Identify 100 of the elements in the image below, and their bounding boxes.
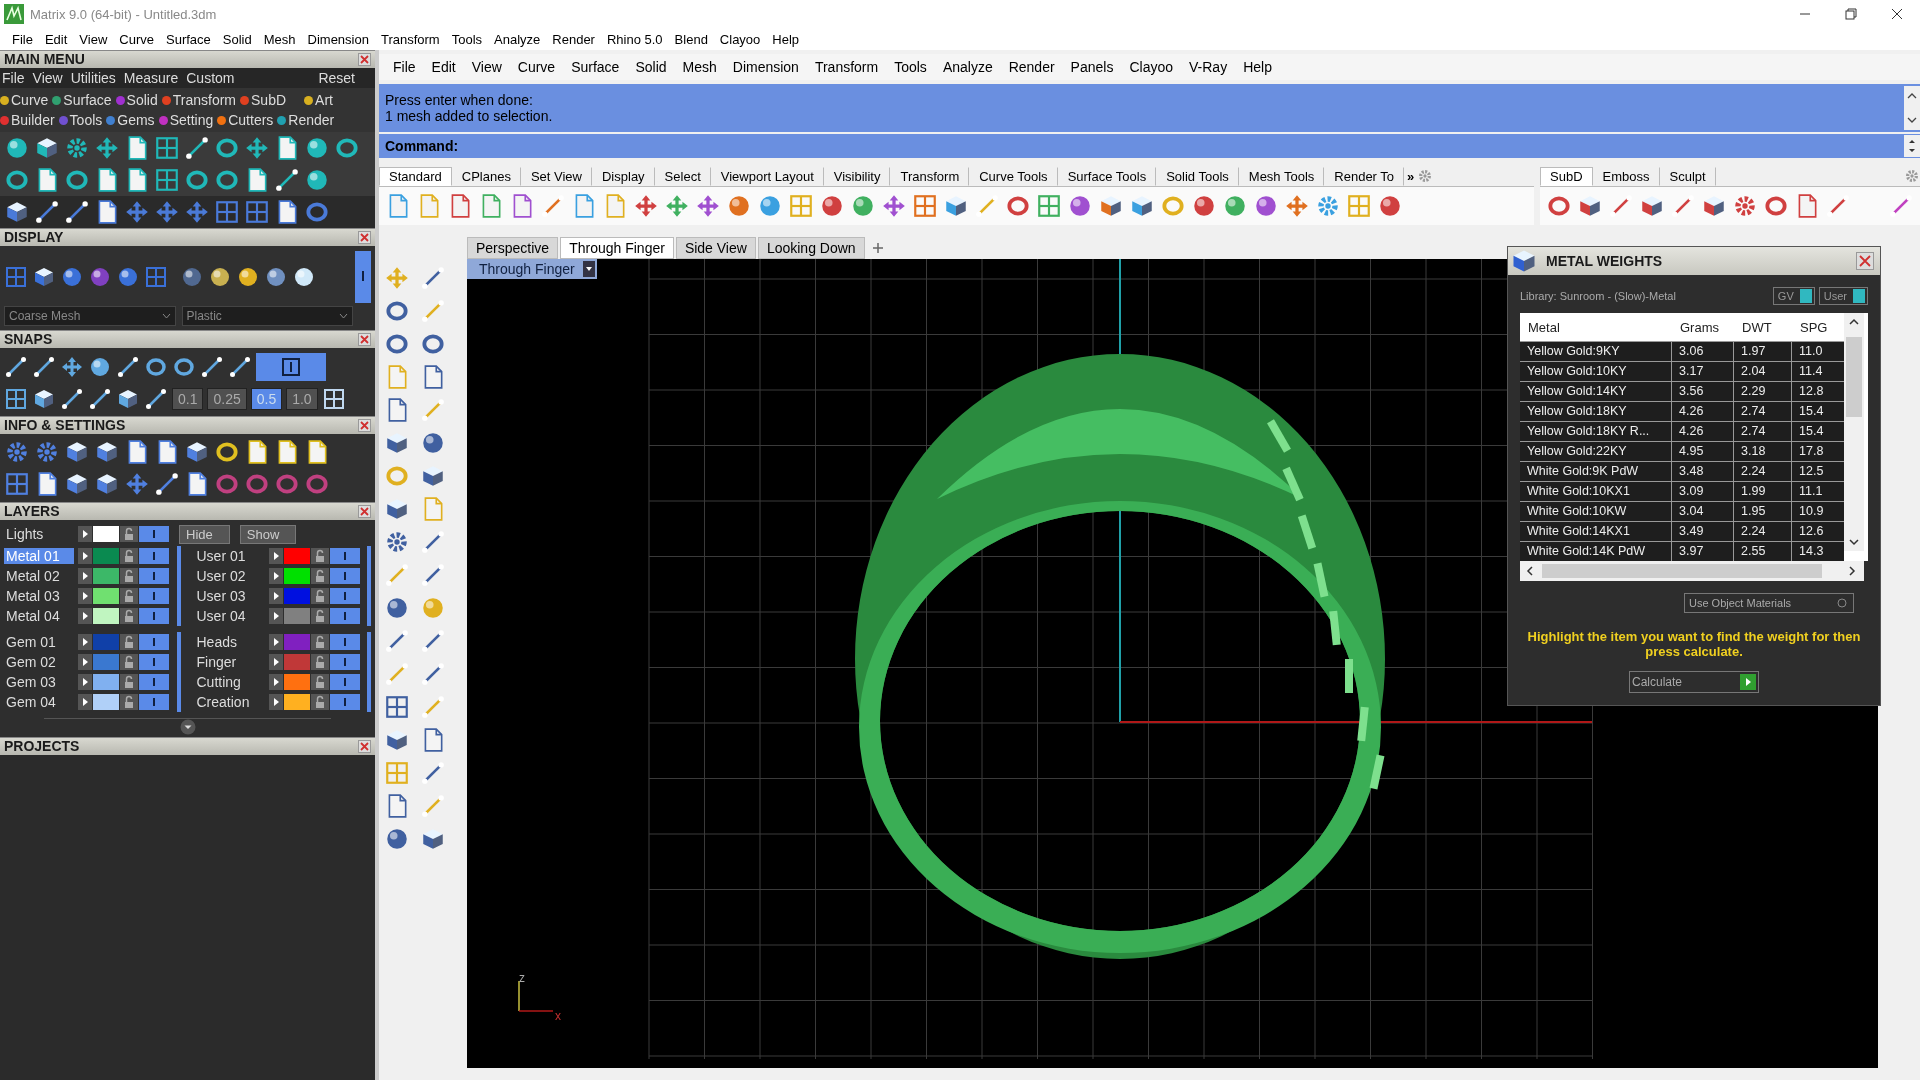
toolbar-tab[interactable]: Render To (1324, 166, 1405, 186)
menu-item[interactable]: Transform (374, 31, 446, 47)
layer-name[interactable]: Heads (194, 634, 265, 650)
cube-icon[interactable] (943, 193, 969, 219)
line-icon[interactable] (200, 355, 224, 379)
menu-item[interactable]: Solid (216, 31, 258, 47)
snap-step-button[interactable]: 0.1 (172, 388, 204, 410)
command-field[interactable]: Command: (379, 134, 1920, 158)
toolbar-tab[interactable]: Solid Tools (1156, 166, 1239, 186)
close-icon[interactable] (358, 419, 371, 432)
layer-name[interactable]: User 01 (194, 548, 265, 564)
color-swatch[interactable] (93, 568, 119, 584)
line-icon[interactable] (116, 355, 140, 379)
menu-item[interactable]: Render (546, 31, 601, 47)
arrow-icon[interactable] (124, 471, 150, 497)
column-header[interactable]: Metal (1520, 319, 1672, 335)
viewport-tab[interactable]: Through Finger (560, 237, 674, 259)
lock-icon[interactable] (120, 674, 138, 690)
play-icon[interactable] (268, 568, 283, 584)
toolbar-tab[interactable]: Curve Tools (969, 166, 1058, 186)
toggle-switch[interactable]: GV (1772, 287, 1815, 305)
toolbar-tab[interactable]: Standard (379, 166, 452, 186)
play-icon[interactable] (78, 674, 92, 690)
line-icon[interactable] (88, 387, 112, 411)
line-icon[interactable] (420, 628, 446, 654)
play-icon[interactable] (268, 694, 283, 710)
layer-name[interactable]: User 03 (194, 588, 265, 604)
toolbar-tab[interactable]: Surface Tools (1057, 166, 1157, 186)
category-link[interactable]: SubD (251, 92, 287, 108)
cube-icon[interactable] (94, 439, 120, 465)
layer-name[interactable]: User 02 (194, 568, 265, 584)
mesh-dropdown[interactable]: Coarse Mesh (4, 306, 176, 326)
toolbar-tab[interactable]: Set View (520, 166, 592, 186)
cube-icon[interactable] (64, 471, 90, 497)
line-icon[interactable] (184, 135, 210, 161)
sphere-icon[interactable] (384, 826, 410, 852)
category-link[interactable]: Solid (126, 92, 158, 108)
visibility-toggle[interactable] (139, 654, 169, 670)
visibility-toggle[interactable] (329, 654, 360, 670)
close-icon[interactable] (358, 53, 371, 66)
play-icon[interactable] (268, 674, 283, 690)
color-swatch[interactable] (283, 568, 310, 584)
menu-item[interactable]: View (73, 31, 114, 47)
more-tabs-button[interactable]: » (1404, 168, 1418, 184)
color-swatch[interactable] (93, 694, 119, 710)
lock-icon[interactable] (120, 526, 138, 542)
snap-toggle[interactable] (256, 353, 326, 381)
visibility-toggle[interactable] (139, 694, 169, 710)
material-dropdown[interactable]: Plastic (181, 306, 353, 326)
play-icon[interactable] (78, 654, 92, 670)
toolbar-tab[interactable]: Emboss (1592, 166, 1660, 186)
layer-name[interactable]: Lights (4, 526, 74, 542)
category-link[interactable]: Transform (172, 92, 237, 108)
layer-name[interactable]: Metal 02 (4, 568, 74, 584)
sphere-icon[interactable] (264, 265, 288, 289)
sphere-icon[interactable] (292, 265, 316, 289)
toolbar-tab[interactable]: Visibility (823, 166, 891, 186)
lock-icon[interactable] (310, 588, 329, 604)
play-icon[interactable] (78, 526, 92, 542)
toolbar-tab[interactable]: CPlanes (451, 166, 521, 186)
arrow-icon[interactable] (633, 193, 659, 219)
lock-icon[interactable] (310, 568, 329, 584)
category-link[interactable]: Render (288, 112, 335, 128)
menu-item[interactable]: Panels (1062, 59, 1122, 75)
viewport-title-button[interactable]: Through Finger (467, 259, 597, 279)
menu-item[interactable]: Analyze (934, 59, 1001, 75)
visibility-toggle[interactable] (139, 568, 169, 584)
sphere-icon[interactable] (236, 265, 260, 289)
color-swatch[interactable] (283, 634, 310, 650)
expand-icon[interactable] (179, 719, 196, 735)
visibility-toggle[interactable] (329, 634, 360, 650)
hide-button[interactable]: Hide (179, 524, 230, 544)
lock-icon[interactable] (120, 634, 138, 650)
lock-icon[interactable] (120, 568, 138, 584)
toolbar-tab[interactable]: Display (592, 166, 655, 186)
color-swatch[interactable] (283, 654, 310, 670)
play-icon[interactable] (268, 634, 283, 650)
cube-icon[interactable] (420, 463, 446, 489)
color-swatch[interactable] (283, 588, 310, 604)
toolbar-tab[interactable]: Sculpt (1659, 166, 1716, 186)
layer-name[interactable]: Creation (194, 694, 265, 710)
arrow-icon[interactable] (184, 199, 210, 225)
layer-name[interactable]: Gem 01 (4, 634, 74, 650)
visibility-toggle[interactable] (139, 588, 169, 604)
color-swatch[interactable] (93, 548, 119, 564)
cube-icon[interactable] (1129, 193, 1155, 219)
arrow-icon[interactable] (60, 355, 84, 379)
lock-icon[interactable] (310, 634, 329, 650)
cube-icon[interactable] (94, 471, 120, 497)
cube-icon[interactable] (32, 387, 56, 411)
line-icon[interactable] (420, 661, 446, 687)
menu-item[interactable]: Mesh (257, 31, 302, 47)
menu-item[interactable]: Custom (184, 70, 241, 86)
visibility-toggle[interactable] (139, 634, 169, 650)
arrow-icon[interactable] (124, 199, 150, 225)
viewport-tab[interactable]: Looking Down (757, 237, 865, 259)
category-link[interactable]: Builder (11, 112, 55, 128)
sphere-icon[interactable] (180, 265, 204, 289)
sphere-icon[interactable] (420, 430, 446, 456)
viewport-tab[interactable]: Side View (675, 237, 756, 259)
